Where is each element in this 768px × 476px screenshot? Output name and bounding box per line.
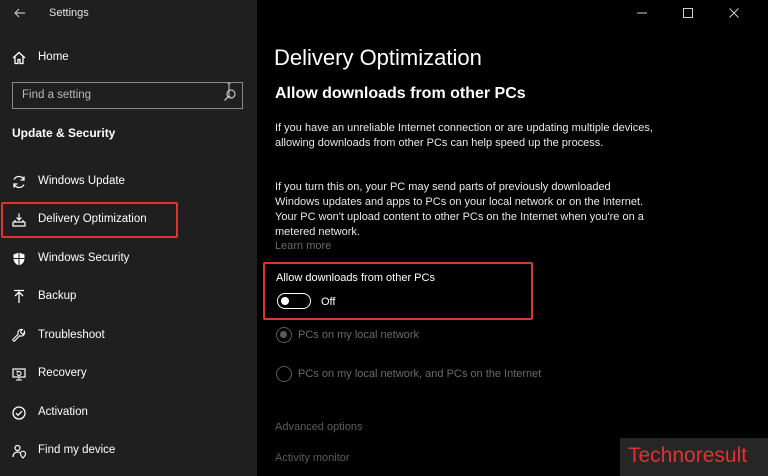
nav-find-my-device[interactable]: Find my device: [0, 433, 257, 469]
radio-local-network[interactable]: [276, 327, 292, 343]
nav-activation-label: Activation: [38, 406, 88, 418]
back-arrow-icon[interactable]: [12, 5, 28, 21]
highlight-frame-toggle: [263, 262, 533, 320]
learn-more-link[interactable]: Learn more: [275, 240, 331, 252]
shield-icon: [13, 252, 25, 266]
highlight-frame: [1, 202, 178, 238]
nav-home[interactable]: Home: [0, 40, 257, 76]
advanced-options-link[interactable]: Advanced options: [275, 421, 362, 433]
nav-windows-security-label: Windows Security: [38, 252, 130, 264]
backup-arrow-icon: [14, 289, 24, 303]
section-heading: Allow downloads from other PCs: [275, 85, 526, 102]
description-paragraph-2: If you turn this on, your PC may send pa…: [275, 181, 644, 238]
minimize-icon[interactable]: [632, 4, 652, 22]
nav-recovery[interactable]: Recovery: [0, 356, 257, 392]
home-icon: [12, 51, 26, 65]
nav-troubleshoot[interactable]: Troubleshoot: [0, 318, 257, 354]
radio-local-and-internet-label: PCs on my local network, and PCs on the …: [298, 368, 542, 380]
nav-find-my-device-label: Find my device: [38, 444, 116, 456]
maximize-icon[interactable]: [678, 4, 698, 22]
watermark-text: Technoresult: [628, 444, 748, 467]
search-box[interactable]: [12, 82, 243, 109]
app-title: Settings: [49, 7, 89, 19]
nav-home-label: Home: [38, 51, 69, 63]
watermark: Technoresult: [620, 438, 768, 476]
radio-selected-dot: [280, 331, 287, 338]
radio-local-network-label: PCs on my local network: [298, 329, 420, 341]
wrench-icon: [12, 328, 26, 342]
check-circle-icon: [12, 406, 26, 420]
close-icon[interactable]: [724, 4, 744, 22]
window-controls: [628, 0, 768, 28]
text-cursor-icon: [227, 83, 231, 97]
content-pane: Delivery Optimization Allow downloads fr…: [257, 0, 768, 476]
sidebar: Settings Home Update & Security Windows …: [0, 0, 257, 476]
recovery-icon: [12, 368, 26, 381]
radio-local-and-internet[interactable]: [276, 366, 292, 382]
nav-windows-update-label: Windows Update: [38, 175, 125, 187]
nav-troubleshoot-label: Troubleshoot: [38, 329, 105, 341]
nav-recovery-label: Recovery: [38, 367, 87, 379]
title-bar: Settings: [0, 0, 257, 28]
nav-windows-update[interactable]: Windows Update: [0, 164, 257, 200]
nav-backup-label: Backup: [38, 290, 77, 302]
person-pin-icon: [12, 444, 27, 459]
section-title: Update & Security: [12, 126, 116, 140]
nav-windows-security[interactable]: Windows Security: [0, 241, 257, 277]
search-input[interactable]: [13, 83, 213, 107]
refresh-icon: [13, 175, 25, 189]
activity-monitor-link[interactable]: Activity monitor: [275, 452, 350, 464]
nav-backup[interactable]: Backup: [0, 279, 257, 315]
description-paragraph-1: If you have an unreliable Internet conne…: [275, 122, 653, 149]
nav-activation[interactable]: Activation: [0, 395, 257, 431]
page-title: Delivery Optimization: [274, 45, 482, 70]
